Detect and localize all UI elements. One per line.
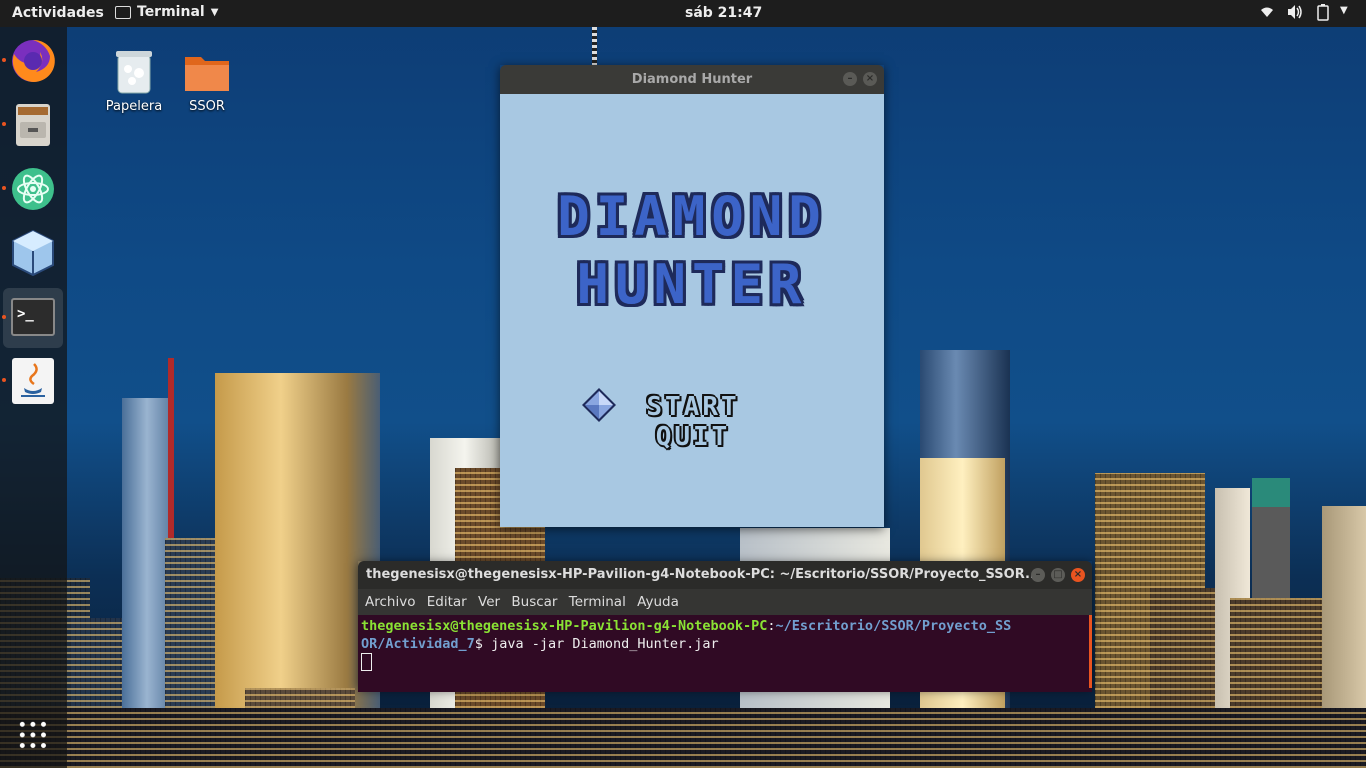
terminal-output[interactable]: thegenesisx@thegenesisx-HP-Pavilion-g4-N… [358,615,1092,692]
desktop-icon-folder[interactable]: SSOR [172,47,242,114]
terminal-dock-item[interactable]: >_ [3,288,63,348]
menu-editar[interactable]: Editar [427,594,467,610]
trash-icon [116,51,152,94]
diamond-cursor-icon [582,388,616,422]
grid-icon[interactable] [17,719,49,751]
minimize-button[interactable]: – [843,72,857,86]
terminal-small-icon [115,5,131,19]
terminal-icon: >_ [11,298,55,336]
terminal-menubar: Archivo Editar Ver Buscar Terminal Ayuda [358,589,1092,615]
game-window: Diamond Hunter – × DIAMOND HUNTER START … [500,65,884,527]
java-icon[interactable] [6,354,60,408]
game-logo-line2: HUNTER [576,253,808,316]
terminal-scrollbar[interactable] [1089,615,1092,688]
atom-icon[interactable] [6,162,60,216]
prompt-line: thegenesisx@thegenesisx-HP-Pavilion-g4-N… [361,618,1012,634]
app-menu-label: Terminal [137,4,205,20]
activities-button[interactable]: Actividades [12,5,104,21]
game-window-titlebar[interactable]: Diamond Hunter – × [500,65,884,94]
close-button[interactable]: × [863,72,877,86]
chevron-down-icon: ▼ [210,6,219,18]
game-logo-line1: DIAMOND [557,185,827,248]
waterfront [0,708,1366,768]
top-panel: Actividades Terminal ▼ sáb 21:47 ▼ [0,0,1366,27]
terminal-titlebar[interactable]: thegenesisx@thegenesisx-HP-Pavilion-g4-N… [358,561,1092,589]
menu-ver[interactable]: Ver [478,594,500,610]
input-line [361,653,1089,671]
menu-quit[interactable]: QUIT [633,422,753,452]
window-title: Diamond Hunter [631,72,753,87]
menu-archivo[interactable]: Archivo [365,594,415,610]
wifi-icon[interactable] [1259,4,1275,24]
desktop-icon-trash[interactable]: Papelera [99,47,169,114]
command-text: java -jar Diamond_Hunter.jar [491,636,719,652]
maximize-button[interactable]: □ [1051,568,1065,582]
volume-icon[interactable] [1286,4,1304,24]
window-title: thegenesisx@thegenesisx-HP-Pavilion-g4-N… [366,567,1040,582]
prompt-path: ~/Escritorio/SSOR/Proyecto_SS [775,618,1012,634]
prompt-path-continued: OR/Actividad_7 [361,636,475,652]
game-canvas[interactable]: DIAMOND HUNTER START QUIT [500,94,884,527]
clock[interactable]: sáb 21:47 [685,5,762,21]
app-menu[interactable]: Terminal ▼ [115,4,218,20]
minimize-button[interactable]: – [1031,568,1045,582]
prompt-line-continued: OR/Actividad_7$ java -jar Diamond_Hunter… [361,636,719,652]
close-button[interactable]: × [1071,568,1085,582]
file-cabinet-icon[interactable] [6,98,60,152]
menu-buscar[interactable]: Buscar [511,594,557,610]
desktop-icon-label: SSOR [189,99,225,114]
desktop-icon-label: Papelera [105,99,163,114]
text-cursor [361,653,372,671]
terminal-window: thegenesisx@thegenesisx-HP-Pavilion-g4-N… [358,561,1092,692]
virtualbox-icon[interactable] [6,226,60,280]
folder-icon [185,57,229,91]
prompt-user: thegenesisx@thegenesisx-HP-Pavilion-g4-N… [361,618,768,634]
battery-icon[interactable] [1316,4,1330,25]
menu-start[interactable]: START [633,392,753,422]
menu-ayuda[interactable]: Ayuda [637,594,679,610]
menu-terminal[interactable]: Terminal [569,594,626,610]
system-menu-chevron-icon[interactable]: ▼ [1340,5,1348,16]
running-indicator [2,315,6,319]
firefox-icon[interactable] [6,34,60,88]
dock: >_ [0,27,67,768]
